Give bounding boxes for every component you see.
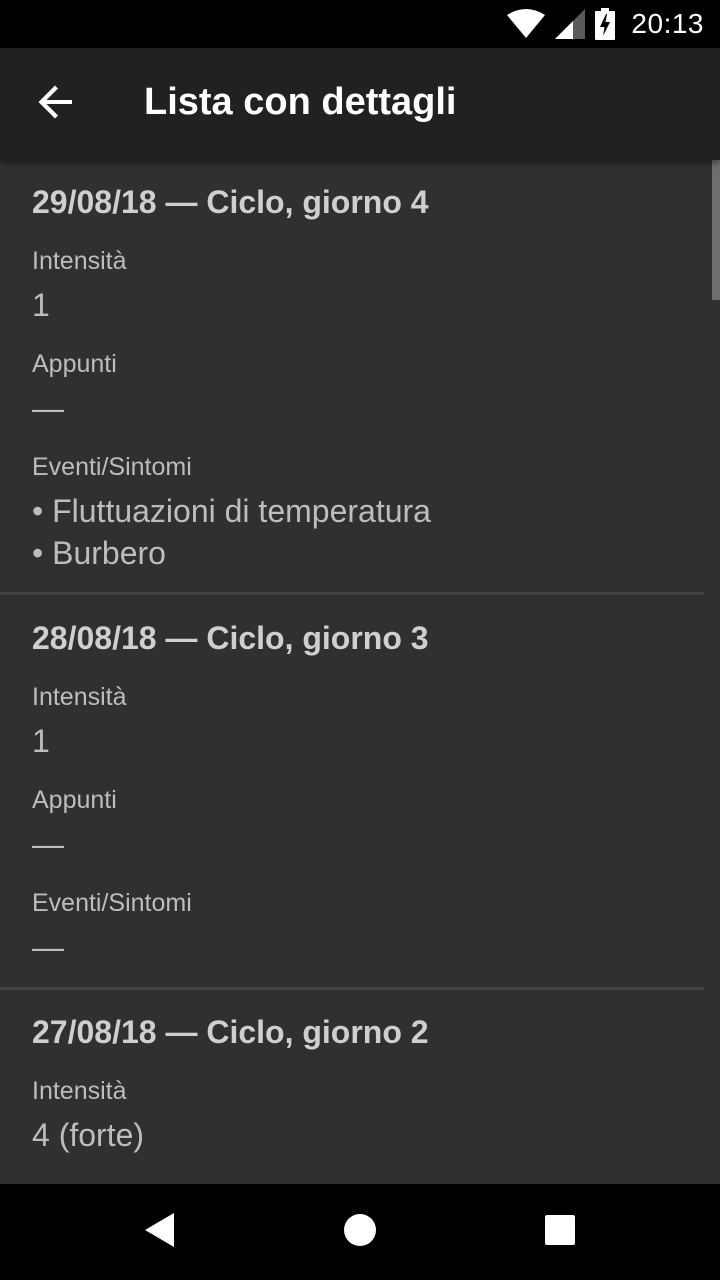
nav-home-button[interactable]: [336, 1208, 384, 1256]
notes-label: Appunti: [32, 350, 117, 378]
events-label: Eventi/Sintomi: [32, 889, 192, 917]
nav-back-button[interactable]: [136, 1208, 184, 1256]
recents-square-icon: [544, 1214, 576, 1251]
entry-title: 29/08/18 — Ciclo, giorno 4: [32, 184, 429, 220]
intensity-label: Intensità: [32, 683, 127, 711]
event-item: • Burbero: [32, 535, 166, 571]
nav-recents-button[interactable]: [536, 1208, 584, 1256]
notes-label: Appunti: [32, 786, 117, 814]
back-button[interactable]: [24, 76, 88, 132]
app-bar: Lista con dettagli: [0, 48, 720, 160]
intensity-value: 1: [32, 287, 50, 323]
events-label: Eventi/Sintomi: [32, 453, 192, 481]
status-icons: 20:13: [507, 8, 704, 40]
event-item: —: [32, 929, 64, 965]
notes-value: —: [32, 826, 64, 862]
list-item[interactable]: 29/08/18 — Ciclo, giorno 4 Intensità 1 A…: [0, 160, 704, 594]
home-circle-icon: [343, 1213, 377, 1252]
status-bar: 20:13: [0, 0, 720, 48]
list-item[interactable]: 28/08/18 — Ciclo, giorno 3 Intensità 1 A…: [0, 595, 704, 988]
scrollbar-thumb[interactable]: [712, 160, 720, 300]
intensity-value: 4 (forte): [32, 1117, 145, 1153]
notes-value: —: [32, 390, 64, 426]
cellular-signal-icon: [555, 9, 586, 39]
page-title: Lista con dettagli: [144, 81, 457, 123]
intensity-label: Intensità: [32, 1077, 127, 1105]
intensity-value: 1: [32, 723, 50, 759]
details-list[interactable]: 29/08/18 — Ciclo, giorno 4 Intensità 1 A…: [0, 160, 720, 1184]
list-item[interactable]: 27/08/18 — Ciclo, giorno 2 Intensità 4 (…: [0, 990, 704, 1184]
battery-charging-icon: [595, 8, 616, 40]
status-time: 20:13: [631, 8, 704, 39]
back-triangle-icon: [144, 1212, 176, 1252]
wifi-icon: [507, 9, 546, 39]
arrow-back-icon: [38, 84, 74, 125]
event-item: • Fluttuazioni di temperatura: [32, 493, 431, 529]
entry-title: 28/08/18 — Ciclo, giorno 3: [32, 620, 429, 656]
intensity-label: Intensità: [32, 247, 127, 275]
navigation-bar: [0, 1184, 720, 1280]
entry-title: 27/08/18 — Ciclo, giorno 2: [32, 1014, 429, 1050]
